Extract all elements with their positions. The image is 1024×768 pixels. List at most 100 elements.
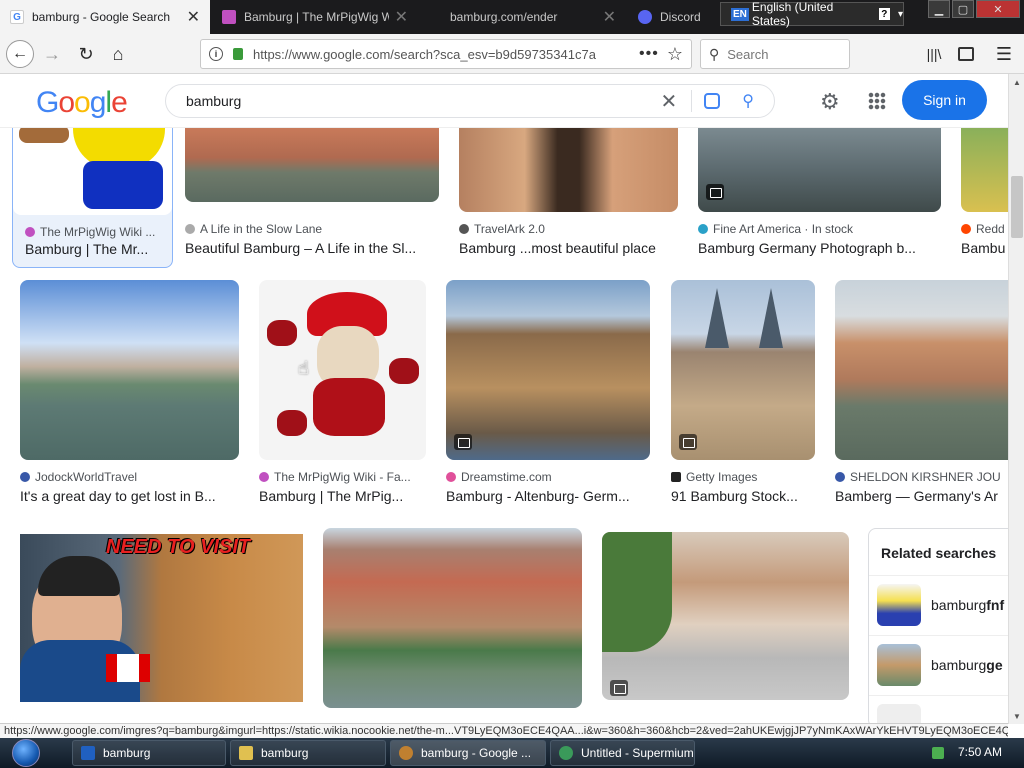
clock[interactable]: 7:50 AM xyxy=(958,745,1002,759)
taskbar-button[interactable]: bamburg xyxy=(72,740,226,766)
reload-button[interactable]: ↻ xyxy=(72,40,100,68)
result-image[interactable] xyxy=(185,128,439,202)
image-result-card[interactable]: SHELDON KIRSHNER JOU Bamberg — Germany's… xyxy=(835,280,1008,510)
windows-taskbar: bamburg bamburg bamburg - Google ... Unt… xyxy=(0,738,1024,768)
sign-in-button[interactable]: Sign in xyxy=(902,80,987,120)
result-image[interactable] xyxy=(961,128,1008,212)
tab-wiki[interactable]: Bamburg | The MrPigWig Wiki ✕ xyxy=(212,0,418,34)
image-result-card[interactable]: Redd Bambu xyxy=(961,128,1008,258)
scrollbar-thumb[interactable] xyxy=(1011,176,1023,238)
result-image[interactable] xyxy=(13,128,172,215)
taskbar-button[interactable]: Untitled - Supermium xyxy=(550,740,695,766)
bookmark-star-icon[interactable]: ☆ xyxy=(667,44,683,65)
tab-bamburg-ender[interactable]: bamburg.com/ender ✕ xyxy=(420,0,626,34)
wiki-icon xyxy=(25,227,35,237)
related-image xyxy=(877,643,921,686)
library-button[interactable]: |||\ xyxy=(920,40,948,68)
result-title[interactable]: Bambu xyxy=(961,240,1008,256)
result-source: Getty Images xyxy=(671,470,816,484)
result-title[interactable]: It's a great day to get lost in B... xyxy=(20,488,235,504)
result-image[interactable] xyxy=(259,280,426,460)
result-title[interactable]: Bamburg - Altenburg- Germ... xyxy=(446,488,646,504)
result-image[interactable] xyxy=(671,280,815,460)
image-result-card[interactable]: The MrPigWig Wiki ... Bamburg | The Mr..… xyxy=(12,128,173,268)
image-result-card[interactable] xyxy=(602,532,850,722)
forward-button[interactable]: → xyxy=(38,40,66,68)
search-icon: ⚲ xyxy=(709,45,720,62)
result-source: Dreamstime.com xyxy=(446,470,651,484)
site-icon xyxy=(698,224,708,234)
menu-button[interactable]: ☰ xyxy=(990,40,1018,68)
chevron-down-icon[interactable]: ▾ xyxy=(898,9,903,20)
browser-search-box[interactable]: ⚲ Search xyxy=(700,39,850,69)
image-result-card[interactable]: TravelArk 2.0 Bamburg ...most beautiful … xyxy=(459,128,679,258)
maximize-button[interactable]: ▢ xyxy=(952,0,974,18)
close-icon[interactable]: ✕ xyxy=(395,7,408,27)
tray-icon[interactable] xyxy=(932,747,944,759)
settings-gear-icon[interactable]: ⚙ xyxy=(820,89,840,115)
help-icon[interactable]: ? xyxy=(878,8,890,20)
language-bar[interactable]: EN English (United States) ? ▾ xyxy=(720,0,904,28)
image-result-card[interactable]: Dreamstime.com Bamburg - Altenburg- Germ… xyxy=(446,280,651,510)
address-bar[interactable]: i https://www.google.com/search?sca_esv=… xyxy=(200,39,692,69)
vertical-scrollbar[interactable]: ▲ ▼ xyxy=(1008,74,1024,724)
google-search-input[interactable]: bamburg ✕ ⚲ xyxy=(165,84,775,118)
more-actions-icon[interactable]: ••• xyxy=(639,45,659,63)
browser-toolbar: ← → ↻ ⌂ i https://www.google.com/search?… xyxy=(0,34,1024,74)
tab-google-search[interactable]: G bamburg - Google Search ✕ xyxy=(0,0,210,34)
scroll-down-icon[interactable]: ▼ xyxy=(1009,708,1024,724)
search-query[interactable]: bamburg xyxy=(186,93,661,109)
result-image[interactable]: NEED TO VISIT xyxy=(20,534,303,702)
back-button[interactable]: ← xyxy=(6,40,34,68)
home-button[interactable]: ⌂ xyxy=(104,40,132,68)
related-label-bold: fnf xyxy=(986,596,1005,613)
related-search-item[interactable]: bamburg ge xyxy=(869,635,1008,693)
image-result-card[interactable] xyxy=(323,528,582,718)
library-icon: |||\ xyxy=(926,46,942,62)
taskbar-button[interactable]: bamburg - Google ... xyxy=(390,740,546,766)
result-image[interactable] xyxy=(602,532,849,700)
image-result-card[interactable]: JodockWorldTravel It's a great day to ge… xyxy=(20,280,240,510)
result-title[interactable]: 91 Bamburg Stock... xyxy=(671,488,816,504)
start-button[interactable] xyxy=(4,738,48,768)
result-image[interactable] xyxy=(20,280,239,460)
site-icon xyxy=(446,472,456,482)
close-icon[interactable]: ✕ xyxy=(187,7,200,27)
result-image[interactable] xyxy=(323,528,582,708)
apps-grid-icon[interactable] xyxy=(868,92,886,110)
result-title[interactable]: Bamburg | The Mr... xyxy=(25,241,165,257)
minimize-button[interactable]: ▁ xyxy=(928,0,950,18)
result-image[interactable] xyxy=(459,128,678,212)
image-badge-icon xyxy=(610,680,628,696)
related-search-item[interactable]: bamburg fnf xyxy=(869,575,1008,633)
result-title[interactable]: Bamburg ...most beautiful place xyxy=(459,240,679,256)
result-image[interactable] xyxy=(446,280,650,460)
google-logo[interactable]: Google xyxy=(36,86,128,120)
result-title[interactable]: Bamburg | The MrPig... xyxy=(259,488,427,504)
arrow-right-icon: → xyxy=(43,43,61,64)
discord-icon xyxy=(638,10,652,24)
result-title[interactable]: Bamberg — Germany's Ar xyxy=(835,488,1008,504)
image-result-card[interactable]: The MrPigWig Wiki - Fa... Bamburg | The … xyxy=(259,280,427,510)
info-icon[interactable]: i xyxy=(209,47,223,61)
url-text[interactable]: https://www.google.com/search?sca_esv=b9… xyxy=(253,47,631,62)
result-title[interactable]: Beautiful Bamburg – A Life in the Sl... xyxy=(185,240,439,256)
result-image[interactable] xyxy=(835,280,1008,460)
taskbar-button[interactable]: bamburg xyxy=(230,740,386,766)
clear-icon[interactable]: ✕ xyxy=(661,89,678,114)
image-result-card[interactable]: Fine Art America · In stock Bamburg Germ… xyxy=(698,128,942,258)
status-bar-url: https://www.google.com/imgres?q=bamburg&… xyxy=(0,723,1008,738)
google-lens-icon[interactable] xyxy=(704,93,721,109)
image-result-card[interactable]: A Life in the Slow Lane Beautiful Bambur… xyxy=(185,128,439,258)
related-search-item[interactable] xyxy=(869,695,1008,724)
window-close-button[interactable]: ✕ xyxy=(976,0,1020,18)
sidebar-button[interactable] xyxy=(952,40,980,68)
search-icon[interactable]: ⚲ xyxy=(742,91,754,111)
close-icon[interactable]: ✕ xyxy=(603,7,616,27)
image-result-card[interactable]: NEED TO VISIT xyxy=(20,534,304,724)
image-result-card[interactable]: Getty Images 91 Bamburg Stock... xyxy=(671,280,816,510)
result-image[interactable] xyxy=(698,128,941,212)
tab-discord[interactable]: Discord xyxy=(628,0,718,34)
scroll-up-icon[interactable]: ▲ xyxy=(1009,74,1024,90)
result-title[interactable]: Bamburg Germany Photograph b... xyxy=(698,240,942,256)
